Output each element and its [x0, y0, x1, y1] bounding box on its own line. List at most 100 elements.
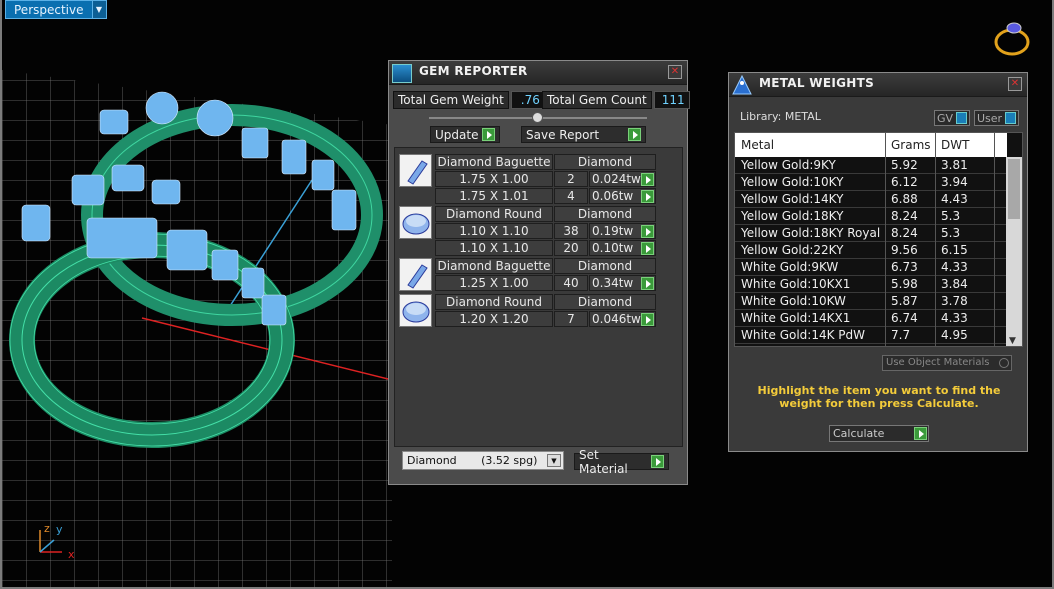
- baguette-thumbnail: [399, 258, 432, 291]
- round-thumbnail: [399, 206, 432, 239]
- set-material-label: Set Material: [579, 447, 628, 476]
- table-row[interactable]: Yellow Gold:18KY Royal 8.24 5.3: [735, 225, 1007, 242]
- column-divider: [935, 133, 936, 346]
- column-header-metal[interactable]: Metal: [741, 138, 774, 152]
- grams-value: 8.24: [891, 226, 918, 240]
- grams-value: 5.87: [891, 294, 918, 308]
- gem-count: 2: [554, 171, 588, 187]
- gem-weight[interactable]: 0.024tw: [589, 171, 656, 187]
- play-icon: [641, 277, 654, 290]
- table-row[interactable]: White Gold:10KW 5.87 3.78: [735, 293, 1007, 310]
- slider-knob[interactable]: [532, 112, 543, 123]
- material-select-value: Diamond (3.52 spg): [407, 454, 538, 467]
- library-label: Library: METAL: [740, 110, 821, 123]
- grams-value: 8.24: [891, 209, 918, 223]
- dwt-value: 4.43: [941, 192, 968, 206]
- table-header: Metal Grams DWT: [735, 133, 1007, 157]
- chevron-down-icon[interactable]: ▼: [1009, 336, 1016, 346]
- calculate-button[interactable]: Calculate: [829, 425, 929, 442]
- table-row[interactable]: Yellow Gold:9KY 5.92 3.81: [735, 157, 1007, 174]
- table-row[interactable]: White Gold:14K PdW 7.7 4.95: [735, 327, 1007, 344]
- grams-value: 5.98: [891, 277, 918, 291]
- dwt-value: 3.84: [941, 277, 968, 291]
- metal-name: Yellow Gold:22KY: [741, 243, 844, 257]
- gem-count: 40: [554, 275, 588, 291]
- gv-toggle[interactable]: GV: [934, 110, 971, 126]
- gem-weight[interactable]: 0.10tw: [589, 240, 656, 256]
- play-icon: [641, 173, 654, 186]
- viewport-tab-label: Perspective: [14, 3, 84, 17]
- save-report-label: Save Report: [526, 127, 600, 142]
- user-toggle[interactable]: User: [974, 110, 1020, 126]
- gem-count: 38: [554, 223, 588, 239]
- column-header-grams[interactable]: Grams: [891, 138, 931, 152]
- table-row[interactable]: Yellow Gold:18KY 8.24 5.3: [735, 208, 1007, 225]
- gem-reporter-icon: [392, 64, 412, 83]
- total-gem-count-value: 111: [653, 91, 690, 109]
- scale-icon: [732, 74, 752, 95]
- metal-weights-title: METAL WEIGHTS: [759, 76, 875, 90]
- gem-weight[interactable]: 0.19tw: [589, 223, 656, 239]
- use-object-materials-label: Use Object Materials: [886, 357, 990, 368]
- table-row[interactable]: Yellow Gold:10KY 6.12 3.94: [735, 174, 1007, 191]
- column-header-dwt[interactable]: DWT: [941, 138, 969, 152]
- total-gem-count: Total Gem Count 111: [542, 91, 690, 109]
- round-thumbnail: [399, 294, 432, 327]
- gem-shape: Diamond Round: [435, 294, 553, 310]
- dwt-value: 3.81: [941, 158, 968, 172]
- viewport-tab[interactable]: Perspective ▼: [5, 0, 107, 19]
- play-icon: [651, 455, 664, 468]
- use-object-materials-option[interactable]: Use Object Materials: [882, 355, 1012, 371]
- grams-value: 7.7: [891, 328, 911, 342]
- gem-material: Diamond: [554, 154, 656, 170]
- gem-size: 1.10 X 1.10: [435, 223, 553, 239]
- table-row[interactable]: Yellow Gold:22KY 9.56 6.15: [735, 242, 1007, 259]
- grams-value: 6.73: [891, 260, 918, 274]
- table-row[interactable]: White Gold:9KW 6.73 4.33: [735, 259, 1007, 276]
- play-icon: [914, 427, 927, 440]
- metal-name: White Gold:9KW: [741, 260, 839, 274]
- metal-name: Yellow Gold:18KY: [741, 209, 844, 223]
- gem-slider[interactable]: [429, 112, 647, 123]
- total-gem-weight-value: .76: [510, 91, 545, 109]
- gem-weight[interactable]: 0.046tw: [589, 311, 656, 327]
- save-report-button[interactable]: Save Report: [521, 126, 646, 143]
- calculate-label: Calculate: [833, 427, 885, 440]
- table-row[interactable]: Yellow Gold:14KY 6.88 4.43: [735, 191, 1007, 208]
- gem-size: 1.25 X 1.00: [435, 275, 553, 291]
- update-button[interactable]: Update: [430, 126, 500, 143]
- chevron-down-icon[interactable]: ▼: [547, 454, 561, 467]
- metal-weights-table: Metal Grams DWT Yellow Gold:9KY 5.92 3.81 Y…: [734, 132, 1023, 347]
- gem-reporter-titlebar[interactable]: GEM REPORTER ✕: [389, 61, 687, 85]
- gem-shape: Diamond Baguette: [435, 258, 553, 274]
- gem-size: 1.75 X 1.00: [435, 171, 553, 187]
- gem-shape: Diamond Baguette: [435, 154, 553, 170]
- table-row[interactable]: White Gold:10KX1 5.98 3.84: [735, 276, 1007, 293]
- gem-size: 1.75 X 1.01: [435, 188, 553, 204]
- material-select[interactable]: Diamond (3.52 spg) ▼: [402, 451, 564, 470]
- close-icon[interactable]: ✕: [1008, 77, 1022, 91]
- toggle-switch: [1005, 112, 1017, 124]
- metal-name: White Gold:14K PdW: [741, 328, 866, 342]
- table-row[interactable]: White Gold:14KX1 6.74 4.33: [735, 310, 1007, 327]
- gem-material: Diamond: [554, 258, 656, 274]
- vertical-scrollbar[interactable]: ▼: [1006, 157, 1022, 346]
- play-icon: [641, 313, 654, 326]
- view-cube-ring-icon: [994, 22, 1030, 56]
- dwt-value: 3.94: [941, 175, 968, 189]
- column-divider: [885, 133, 886, 346]
- gem-size: 1.10 X 1.10: [435, 240, 553, 256]
- metal-weights-titlebar[interactable]: METAL WEIGHTS ✕: [729, 73, 1027, 97]
- set-material-button[interactable]: Set Material: [574, 448, 669, 476]
- metal-name: White Gold:14KX1: [741, 311, 851, 325]
- dwt-value: 5.3: [941, 209, 961, 223]
- scrollbar-thumb[interactable]: [1008, 159, 1020, 219]
- gem-weight[interactable]: 0.34tw: [589, 275, 656, 291]
- gem-material: Diamond: [554, 294, 656, 310]
- gem-list: Diamond Baguette Diamond 1.75 X 1.00 2 0…: [394, 147, 683, 447]
- chevron-down-icon[interactable]: ▼: [91, 1, 106, 18]
- gem-weight[interactable]: 0.06tw: [589, 188, 656, 204]
- play-icon: [641, 242, 654, 255]
- close-icon[interactable]: ✕: [668, 65, 682, 79]
- radio-button[interactable]: [999, 358, 1009, 368]
